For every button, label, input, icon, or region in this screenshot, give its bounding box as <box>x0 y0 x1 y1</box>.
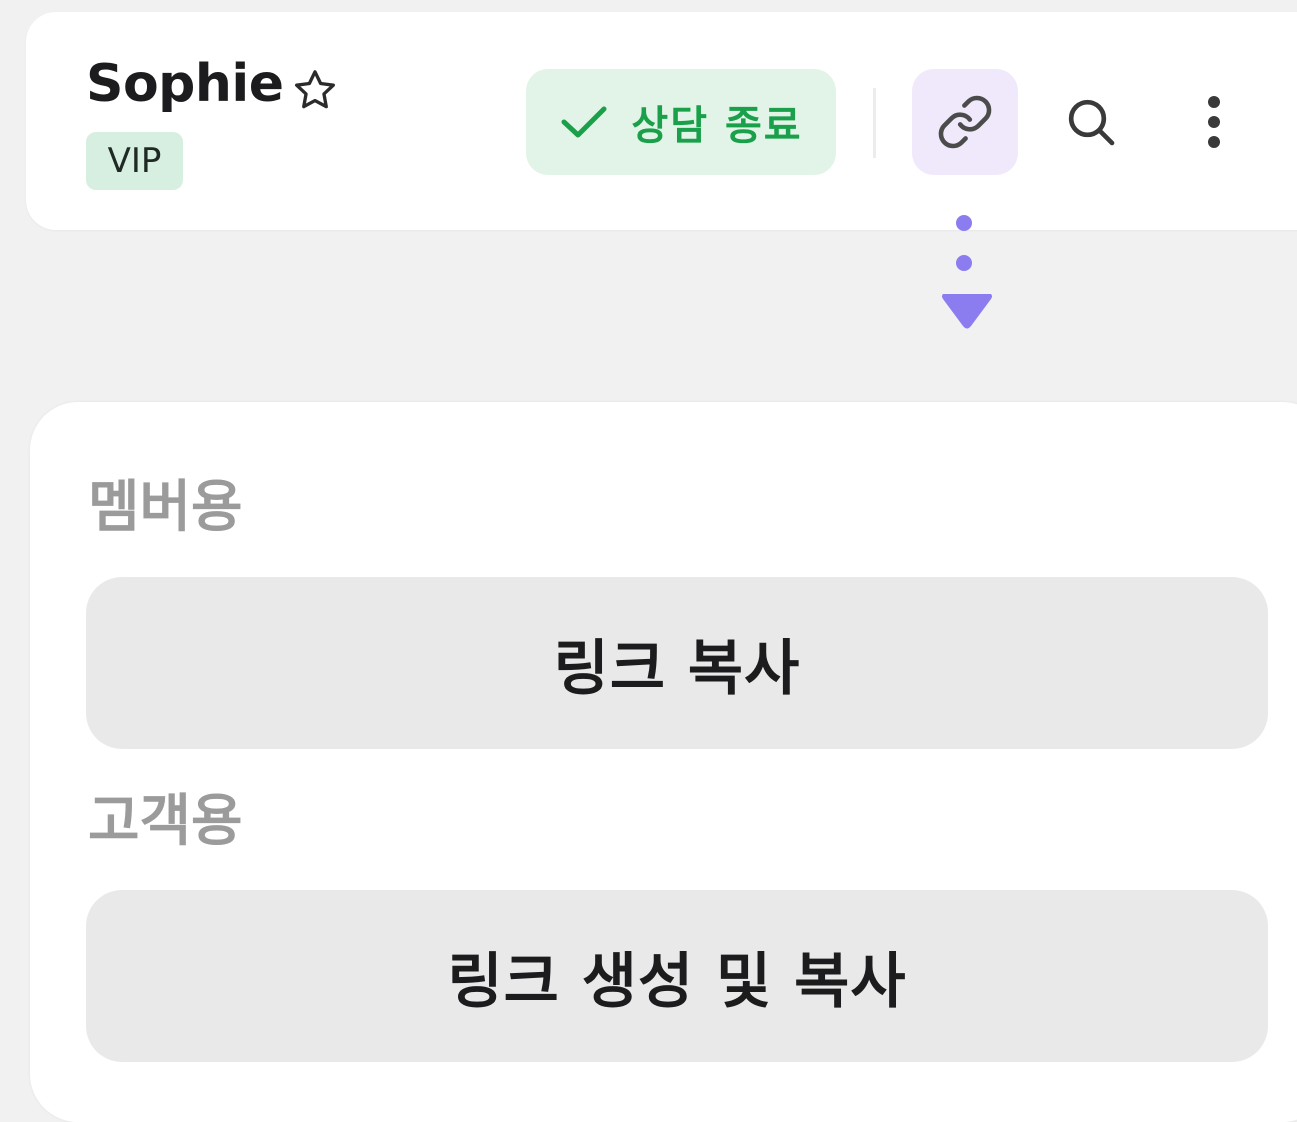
customer-section-label: 고객용 <box>88 789 243 854</box>
member-section-label: 멤버용 <box>88 475 243 540</box>
end-consultation-button[interactable]: 상담 종료 <box>526 69 836 175</box>
vip-badge: VIP <box>86 132 183 190</box>
link-popup: 멤버용 링크 복사 고객용 링크 생성 및 복사 <box>30 402 1297 1122</box>
create-and-copy-link-button[interactable]: 링크 생성 및 복사 <box>86 890 1268 1062</box>
search-button[interactable] <box>1038 69 1144 175</box>
link-button[interactable] <box>912 69 1018 175</box>
conversation-header: Sophie VIP 상담 종료 <box>26 12 1297 230</box>
end-consultation-label: 상담 종료 <box>631 103 803 149</box>
header-divider <box>873 88 876 158</box>
more-options-button[interactable] <box>1164 69 1264 175</box>
search-icon <box>1068 99 1115 146</box>
link-icon <box>938 95 992 149</box>
more-vertical-icon <box>1208 96 1220 148</box>
star-icon[interactable] <box>290 66 340 116</box>
arrow-down-pointer-icon <box>942 215 992 329</box>
contact-name: Sophie <box>86 54 284 114</box>
copy-link-button[interactable]: 링크 복사 <box>86 577 1268 749</box>
check-icon <box>561 106 607 138</box>
